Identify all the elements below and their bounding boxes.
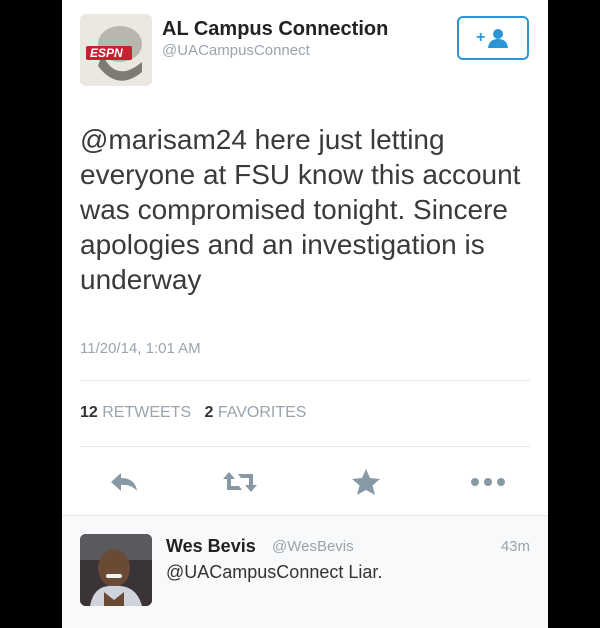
favorite-star-icon <box>352 469 380 495</box>
reply-button[interactable] <box>102 460 146 504</box>
tweet-timestamp[interactable]: 11/20/14, 1:01 AM <box>80 340 201 357</box>
divider <box>80 446 530 447</box>
reply-icon <box>111 473 137 491</box>
retweet-icon <box>223 472 257 492</box>
retweets-label: RETWEETS <box>102 404 192 421</box>
tweet-actions-bar <box>62 460 548 504</box>
more-dots-icon <box>471 478 505 486</box>
tweet-header: ESPN AL Campus Connection @UACampusConne… <box>62 0 548 100</box>
add-user-icon: + <box>476 29 508 48</box>
svg-text:ESPN: ESPN <box>90 46 123 60</box>
reply-handle[interactable]: @WesBevis <box>272 538 354 555</box>
favorites-count: 2 <box>204 404 214 421</box>
retweet-button[interactable] <box>218 460 262 504</box>
account-handle[interactable]: @UACampusConnect <box>162 42 310 59</box>
reply-avatar-photo <box>80 534 152 606</box>
reply-text: @UACampusConnect Liar. <box>166 562 383 582</box>
divider <box>80 380 530 381</box>
follow-button[interactable]: + <box>457 16 529 60</box>
favorite-button[interactable] <box>344 460 388 504</box>
tweet-card: ESPN AL Campus Connection @UACampusConne… <box>62 0 548 628</box>
reply-tweet[interactable]: Wes Bevis @WesBevis 43m @UACampusConnect… <box>62 516 548 628</box>
retweets-count: 12 <box>80 404 98 421</box>
favorites-label: FAVORITES <box>217 404 307 421</box>
espn-logo-avatar-image: ESPN <box>80 14 152 86</box>
account-avatar[interactable]: ESPN <box>80 14 152 86</box>
svg-text:+: + <box>476 29 485 46</box>
tweet-text: @marisam24 here just letting everyone at… <box>80 124 521 295</box>
reply-time[interactable]: 43m <box>501 538 530 555</box>
reply-avatar[interactable] <box>80 534 152 606</box>
more-options-button[interactable] <box>466 460 510 504</box>
retweets-stat[interactable]: 12 RETWEETS <box>80 404 191 421</box>
tweet-stats: 12 RETWEETS 2 FAVORITES <box>80 404 306 422</box>
reply-display-name[interactable]: Wes Bevis <box>166 536 256 557</box>
favorites-stat[interactable]: 2 FAVORITES <box>204 404 306 421</box>
account-display-name[interactable]: AL Campus Connection <box>162 18 388 41</box>
